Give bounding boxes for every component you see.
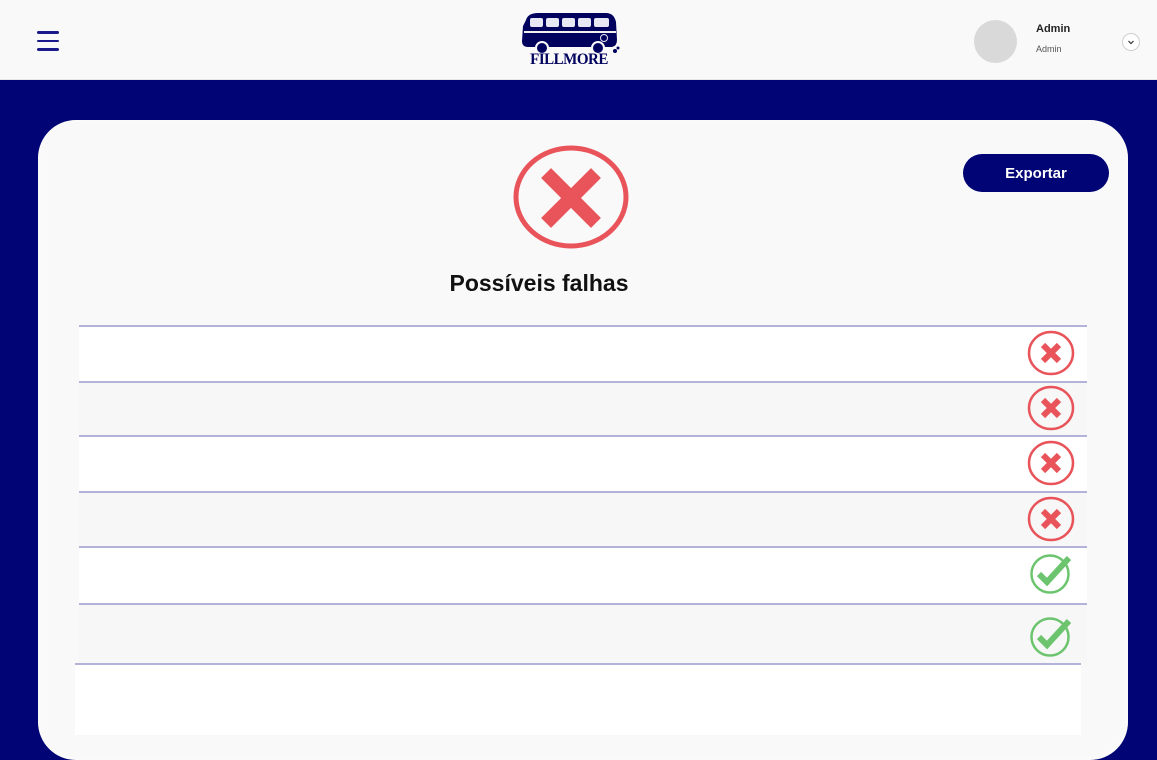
list-item[interactable] [79, 435, 1087, 491]
error-x-icon [513, 145, 631, 251]
page-title: Possíveis falhas [449, 270, 629, 296]
list-item[interactable] [79, 603, 1087, 663]
user-menu-chevron-down-icon[interactable] [1122, 33, 1140, 51]
check-ok-icon [1029, 552, 1075, 599]
check-ok-icon [1029, 615, 1075, 662]
list-item[interactable] [79, 325, 1087, 381]
list-item[interactable] [79, 546, 1087, 603]
logo-wordmark: FILLMORE [530, 51, 608, 69]
user-role: Admin [1036, 44, 1062, 54]
user-avatar[interactable] [974, 20, 1017, 63]
export-button[interactable]: Exportar [963, 154, 1109, 192]
user-name: Admin [1036, 23, 1071, 35]
list-footer [75, 663, 1081, 735]
hamburger-menu-icon[interactable] [37, 31, 59, 51]
fillmore-logo: FILLMORE [518, 10, 620, 72]
results-card: Exportar Possíveis falhas [38, 120, 1128, 760]
fail-x-icon [1027, 385, 1075, 436]
fail-x-icon [1027, 440, 1075, 491]
fail-x-icon [1027, 330, 1075, 381]
fail-x-icon [1027, 496, 1075, 547]
list-item[interactable] [79, 381, 1087, 435]
top-bar: FILLMORE Admin Admin [0, 0, 1157, 80]
failure-list [75, 325, 1087, 735]
list-item[interactable] [79, 491, 1087, 546]
